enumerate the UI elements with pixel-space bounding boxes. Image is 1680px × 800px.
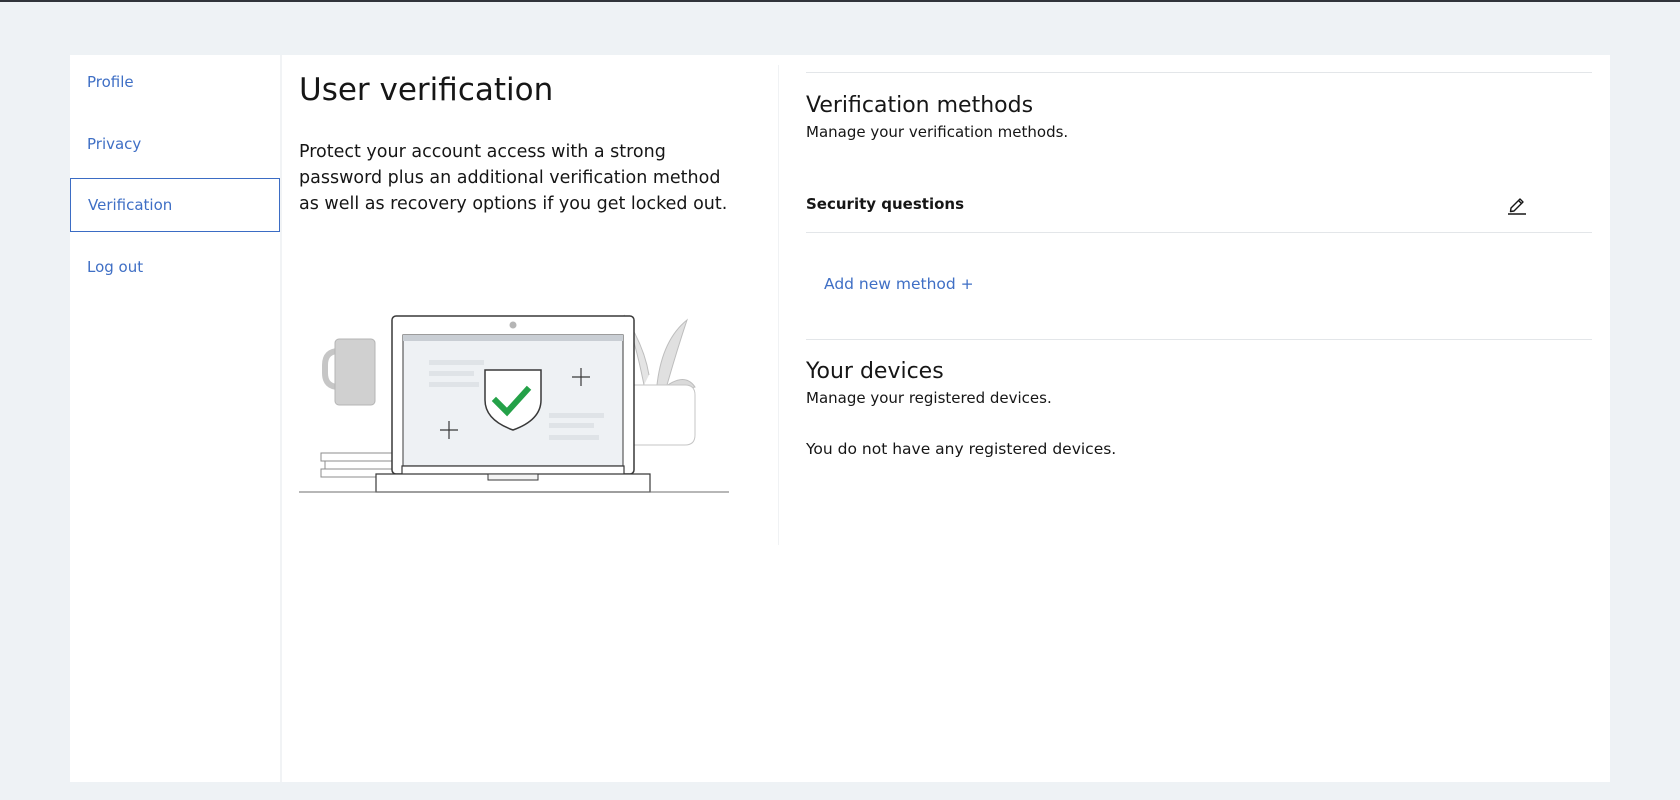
verification-methods-subtitle: Manage your verification methods. <box>806 123 1069 141</box>
verification-methods-title: Verification methods <box>806 93 1034 118</box>
sidebar-item-profile[interactable]: Profile <box>70 55 280 109</box>
method-row-divider <box>806 232 1592 233</box>
method-label: Security questions <box>806 195 964 213</box>
account-card: Profile Privacy Verification Log out Use… <box>70 55 1610 782</box>
sidebar-item-log-out[interactable]: Log out <box>70 240 280 294</box>
window-top-border <box>0 0 1680 2</box>
your-devices-subtitle: Manage your registered devices. <box>806 389 1052 407</box>
section-divider-top <box>806 72 1592 73</box>
sidebar-nav: Profile Privacy Verification Log out <box>70 55 282 782</box>
content-divider <box>778 65 779 545</box>
your-devices-title: Your devices <box>806 359 944 384</box>
sidebar-item-verification[interactable]: Verification <box>70 178 280 232</box>
laptop-shield-illustration <box>299 314 729 493</box>
pencil-edit-icon[interactable] <box>1506 193 1528 215</box>
no-devices-message: You do not have any registered devices. <box>806 440 1117 458</box>
page-title: User verification <box>299 72 554 108</box>
sidebar-item-privacy[interactable]: Privacy <box>70 117 280 171</box>
page-description: Protect your account access with a stron… <box>299 142 728 214</box>
method-row-security-questions: Security questions <box>806 181 1592 237</box>
section-divider-devices <box>806 339 1592 340</box>
add-new-method-link[interactable]: Add new method + <box>824 275 974 293</box>
mug-illustration <box>322 338 376 406</box>
